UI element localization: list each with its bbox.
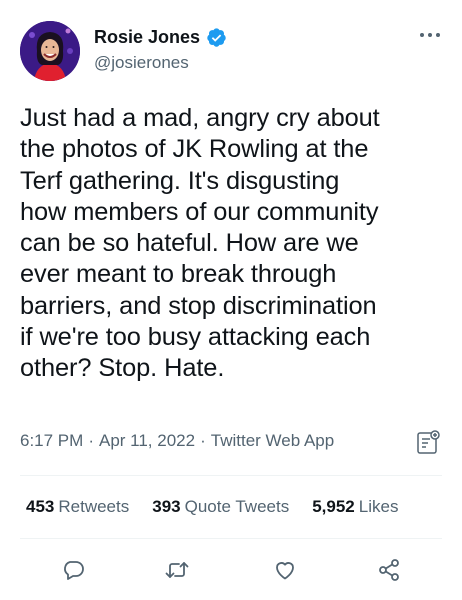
- tweet-header: Rosie Jones @josierones: [20, 20, 442, 84]
- divider: [20, 475, 442, 476]
- reply-icon[interactable]: [58, 555, 88, 585]
- quotes-count: 393: [152, 497, 181, 516]
- divider: [20, 538, 442, 539]
- avatar[interactable]: [20, 21, 80, 81]
- retweets-count: 453: [26, 497, 55, 516]
- tweet-analytics-icon[interactable]: [416, 430, 440, 456]
- likes-label: Likes: [358, 497, 399, 516]
- avatar-image: [20, 21, 80, 81]
- quotes-stat[interactable]: 393 Quote Tweets: [152, 497, 289, 517]
- retweet-icon[interactable]: [162, 555, 192, 585]
- meta-separator: ·: [200, 431, 206, 450]
- tweet-text: Just had a mad, angry cry about the phot…: [20, 104, 380, 383]
- tweet-meta: 6:17 PM · Apr 11, 2022 · Twitter Web App: [20, 431, 334, 451]
- tweet-actions: [20, 555, 442, 585]
- name-row: Rosie Jones: [94, 27, 227, 48]
- quotes-label: Quote Tweets: [184, 497, 290, 516]
- user-handle[interactable]: @josierones: [94, 53, 189, 73]
- tweet-date[interactable]: Apr 11, 2022: [99, 431, 195, 451]
- share-icon[interactable]: [374, 555, 404, 585]
- tweet-source[interactable]: Twitter Web App: [211, 431, 334, 451]
- like-icon[interactable]: [270, 555, 300, 585]
- tweet-stats: 453 Retweets 393 Quote Tweets 5,952 Like…: [26, 497, 421, 517]
- tweet-time[interactable]: 6:17 PM: [20, 431, 83, 451]
- likes-stat[interactable]: 5,952 Likes: [312, 497, 398, 517]
- likes-count: 5,952: [312, 497, 355, 516]
- meta-separator: ·: [88, 431, 94, 450]
- more-options-icon[interactable]: [418, 26, 442, 44]
- retweets-stat[interactable]: 453 Retweets: [26, 497, 129, 517]
- display-name[interactable]: Rosie Jones: [94, 27, 200, 48]
- verified-badge-icon: [206, 27, 227, 48]
- retweets-label: Retweets: [58, 497, 130, 516]
